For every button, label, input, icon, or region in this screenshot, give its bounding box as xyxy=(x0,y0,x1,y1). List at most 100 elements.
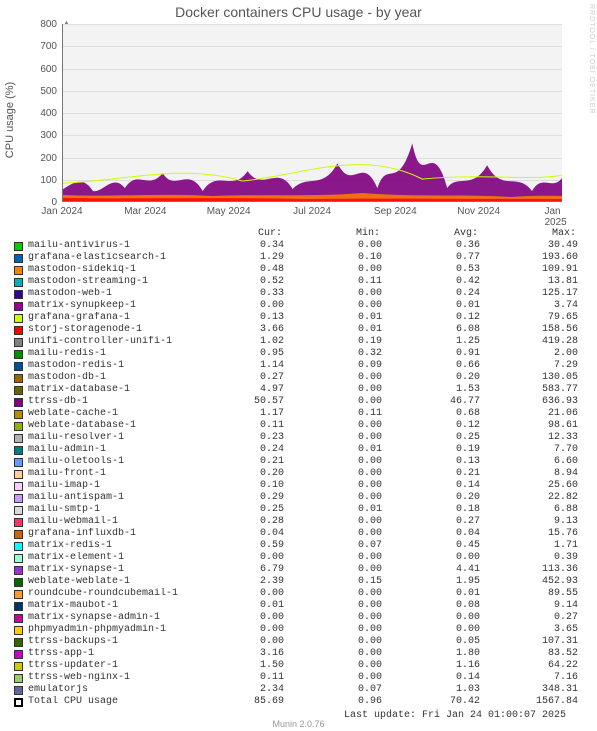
legend-max: 109.91 xyxy=(480,264,578,276)
legend-row: roundcube-roundcubemail-10.000.000.0189.… xyxy=(14,588,584,600)
legend-min: 0.00 xyxy=(284,300,382,312)
legend-row: grafana-elasticsearch-11.290.100.77193.6… xyxy=(14,252,584,264)
legend-avg: 0.01 xyxy=(382,588,480,600)
legend-cur: 0.27 xyxy=(186,372,284,384)
legend-swatch xyxy=(14,686,23,695)
legend-name: ttrss-app-1 xyxy=(28,648,186,660)
legend-max: 21.06 xyxy=(480,408,578,420)
legend-row: storj-storagenode-13.660.016.08158.56 xyxy=(14,324,584,336)
col-min: Min: xyxy=(282,228,380,240)
legend-swatch xyxy=(14,662,23,671)
legend-name: mailu-redis-1 xyxy=(28,348,186,360)
legend-avg: 0.19 xyxy=(382,444,480,456)
legend-row: unifi-controller-unifi-11.020.191.25419.… xyxy=(14,336,584,348)
legend-avg: 0.42 xyxy=(382,276,480,288)
legend-name: weblate-cache-1 xyxy=(28,408,186,420)
legend-row: mailu-resolver-10.230.000.2512.33 xyxy=(14,432,584,444)
legend-avg: 70.42 xyxy=(382,696,480,708)
legend-swatch xyxy=(14,434,23,443)
legend-max: 7.16 xyxy=(480,672,578,684)
legend-row: matrix-synupkeep-10.000.000.013.74 xyxy=(14,300,584,312)
legend-swatch xyxy=(14,482,23,491)
legend-name: matrix-redis-1 xyxy=(28,540,186,552)
legend-min: 0.00 xyxy=(284,288,382,300)
legend-max: 158.56 xyxy=(480,324,578,336)
legend-avg: 0.20 xyxy=(382,372,480,384)
legend-name: weblate-database-1 xyxy=(28,420,186,432)
legend-min: 0.00 xyxy=(284,396,382,408)
legend-avg: 0.21 xyxy=(382,468,480,480)
legend-swatch xyxy=(14,446,23,455)
legend-min: 0.00 xyxy=(284,432,382,444)
legend-cur: 1.50 xyxy=(186,660,284,672)
legend-swatch xyxy=(14,338,23,347)
legend-avg: 1.95 xyxy=(382,576,480,588)
legend-swatch xyxy=(14,614,23,623)
legend-row: ttrss-updater-11.500.001.1664.22 xyxy=(14,660,584,672)
legend-swatch xyxy=(14,602,23,611)
legend-name: mastodon-redis-1 xyxy=(28,360,186,372)
legend-cur: 3.66 xyxy=(186,324,284,336)
legend-max: 13.81 xyxy=(480,276,578,288)
legend-name: mailu-front-1 xyxy=(28,468,186,480)
legend-max: 0.39 xyxy=(480,552,578,564)
legend-avg: 0.14 xyxy=(382,480,480,492)
legend-cur: 0.33 xyxy=(186,288,284,300)
legend-name: mastodon-db-1 xyxy=(28,372,186,384)
legend-max: 79.65 xyxy=(480,312,578,324)
y-tick: 700 xyxy=(17,41,57,52)
legend-avg: 4.41 xyxy=(382,564,480,576)
legend-max: 98.61 xyxy=(480,420,578,432)
legend-cur: 1.14 xyxy=(186,360,284,372)
legend-min: 0.07 xyxy=(284,540,382,552)
legend-min: 0.00 xyxy=(284,420,382,432)
legend-row: matrix-database-14.970.001.53583.77 xyxy=(14,384,584,396)
legend-min: 0.00 xyxy=(284,384,382,396)
legend-name: matrix-element-1 xyxy=(28,552,186,564)
legend-avg: 0.53 xyxy=(382,264,480,276)
legend-swatch xyxy=(14,278,23,287)
legend-avg: 0.36 xyxy=(382,240,480,252)
legend-cur: 0.00 xyxy=(186,636,284,648)
legend-max: 25.60 xyxy=(480,480,578,492)
x-tick: Mar 2024 xyxy=(124,206,166,217)
legend-avg: 0.20 xyxy=(382,492,480,504)
legend-row: mailu-smtp-10.250.010.186.88 xyxy=(14,504,584,516)
legend-min: 0.96 xyxy=(284,696,382,708)
legend-name: mastodon-sidekiq-1 xyxy=(28,264,186,276)
legend-row: mastodon-sidekiq-10.480.000.53109.91 xyxy=(14,264,584,276)
legend-min: 0.00 xyxy=(284,456,382,468)
legend-max: 9.14 xyxy=(480,600,578,612)
legend-row: ttrss-db-150.570.0046.77636.93 xyxy=(14,396,584,408)
legend-name: mailu-admin-1 xyxy=(28,444,186,456)
legend-min: 0.11 xyxy=(284,408,382,420)
legend-avg: 0.08 xyxy=(382,600,480,612)
legend-row: matrix-maubot-10.010.000.089.14 xyxy=(14,600,584,612)
legend-swatch xyxy=(14,470,23,479)
legend-cur: 0.24 xyxy=(186,444,284,456)
legend-cur: 0.00 xyxy=(186,612,284,624)
legend-swatch xyxy=(14,650,23,659)
col-cur: Cur: xyxy=(184,228,282,240)
legend-min: 0.00 xyxy=(284,648,382,660)
legend-row: mailu-webmail-10.280.000.279.13 xyxy=(14,516,584,528)
legend-max: 3.74 xyxy=(480,300,578,312)
legend-avg: 1.03 xyxy=(382,684,480,696)
legend-name: grafana-grafana-1 xyxy=(28,312,186,324)
legend-min: 0.00 xyxy=(284,492,382,504)
legend-swatch xyxy=(14,254,23,263)
legend-min: 0.00 xyxy=(284,672,382,684)
legend-swatch xyxy=(14,362,23,371)
x-tick: Jan 2024 xyxy=(41,206,82,217)
chart-title: Docker containers CPU usage - by year xyxy=(0,0,597,20)
stacked-area-svg xyxy=(63,24,562,201)
x-tick: May 2024 xyxy=(207,206,251,217)
legend-avg: 0.12 xyxy=(382,312,480,324)
legend-name: ttrss-updater-1 xyxy=(28,660,186,672)
legend-cur: 0.13 xyxy=(186,312,284,324)
legend-max: 2.00 xyxy=(480,348,578,360)
x-tick: Nov 2024 xyxy=(457,206,500,217)
legend-avg: 0.04 xyxy=(382,528,480,540)
legend-min: 0.01 xyxy=(284,312,382,324)
legend-min: 0.11 xyxy=(284,276,382,288)
